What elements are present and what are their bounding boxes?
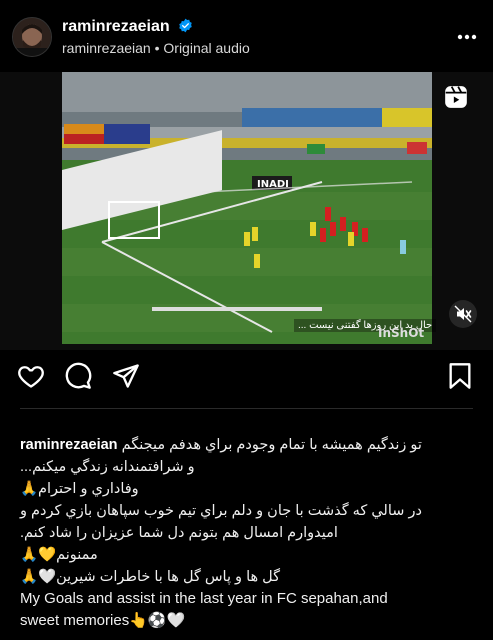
send-icon[interactable]: [112, 362, 140, 395]
inshot-watermark: InShOt: [378, 326, 425, 340]
username[interactable]: raminrezaeian: [62, 18, 193, 36]
caption-line: اميدوارم امسال هم بتونم دل شما عزيزان را…: [20, 525, 338, 541]
reel-video-container[interactable]: INADI حال بد این روزها گفتنی نیست ...: [0, 72, 493, 350]
heart-icon[interactable]: [17, 362, 45, 395]
video-frame[interactable]: INADI: [62, 72, 432, 344]
more-options-icon[interactable]: [457, 27, 477, 45]
caption-line: و شرافتمندانه زندگي ميكنم...: [20, 459, 195, 475]
caption-text: تو زندگیم همیشه با تمام وجودم براي هدفم …: [121, 437, 422, 453]
action-bar: [0, 358, 493, 398]
caption-line: sweet memories👆⚽🤍: [20, 612, 186, 629]
comment-icon[interactable]: [64, 362, 92, 395]
post-caption: raminrezaeian تو زندگیم همیشه با تمام وج…: [20, 434, 481, 632]
caption-line: گل ها و پاس گل ها با خاطرات شيرين🤍🙏: [20, 569, 281, 585]
verified-badge-icon: [179, 18, 192, 33]
muted-speaker-icon[interactable]: [449, 300, 477, 333]
post-subtitle[interactable]: raminrezaeian • Original audio: [62, 40, 250, 56]
avatar[interactable]: [12, 17, 52, 57]
caption-line: ممنونم💛🙏: [20, 547, 98, 563]
caption-line: وفاداري و احترام🙏: [20, 481, 139, 497]
caption-line: در سالي كه گذشت با جان و دلم براي تيم خو…: [20, 503, 422, 519]
caption-username[interactable]: raminrezaeian: [20, 437, 118, 453]
username-text[interactable]: raminrezaeian: [62, 18, 170, 35]
bookmark-icon[interactable]: [447, 362, 473, 395]
reels-icon[interactable]: [443, 84, 469, 115]
divider: [20, 408, 473, 409]
caption-line: My Goals and assist in the last year in …: [20, 590, 388, 607]
post-header: raminrezaeian raminrezaeian • Original a…: [0, 0, 493, 72]
caption-line: raminrezaeian تو زندگیم همیشه با تمام وج…: [20, 434, 481, 456]
